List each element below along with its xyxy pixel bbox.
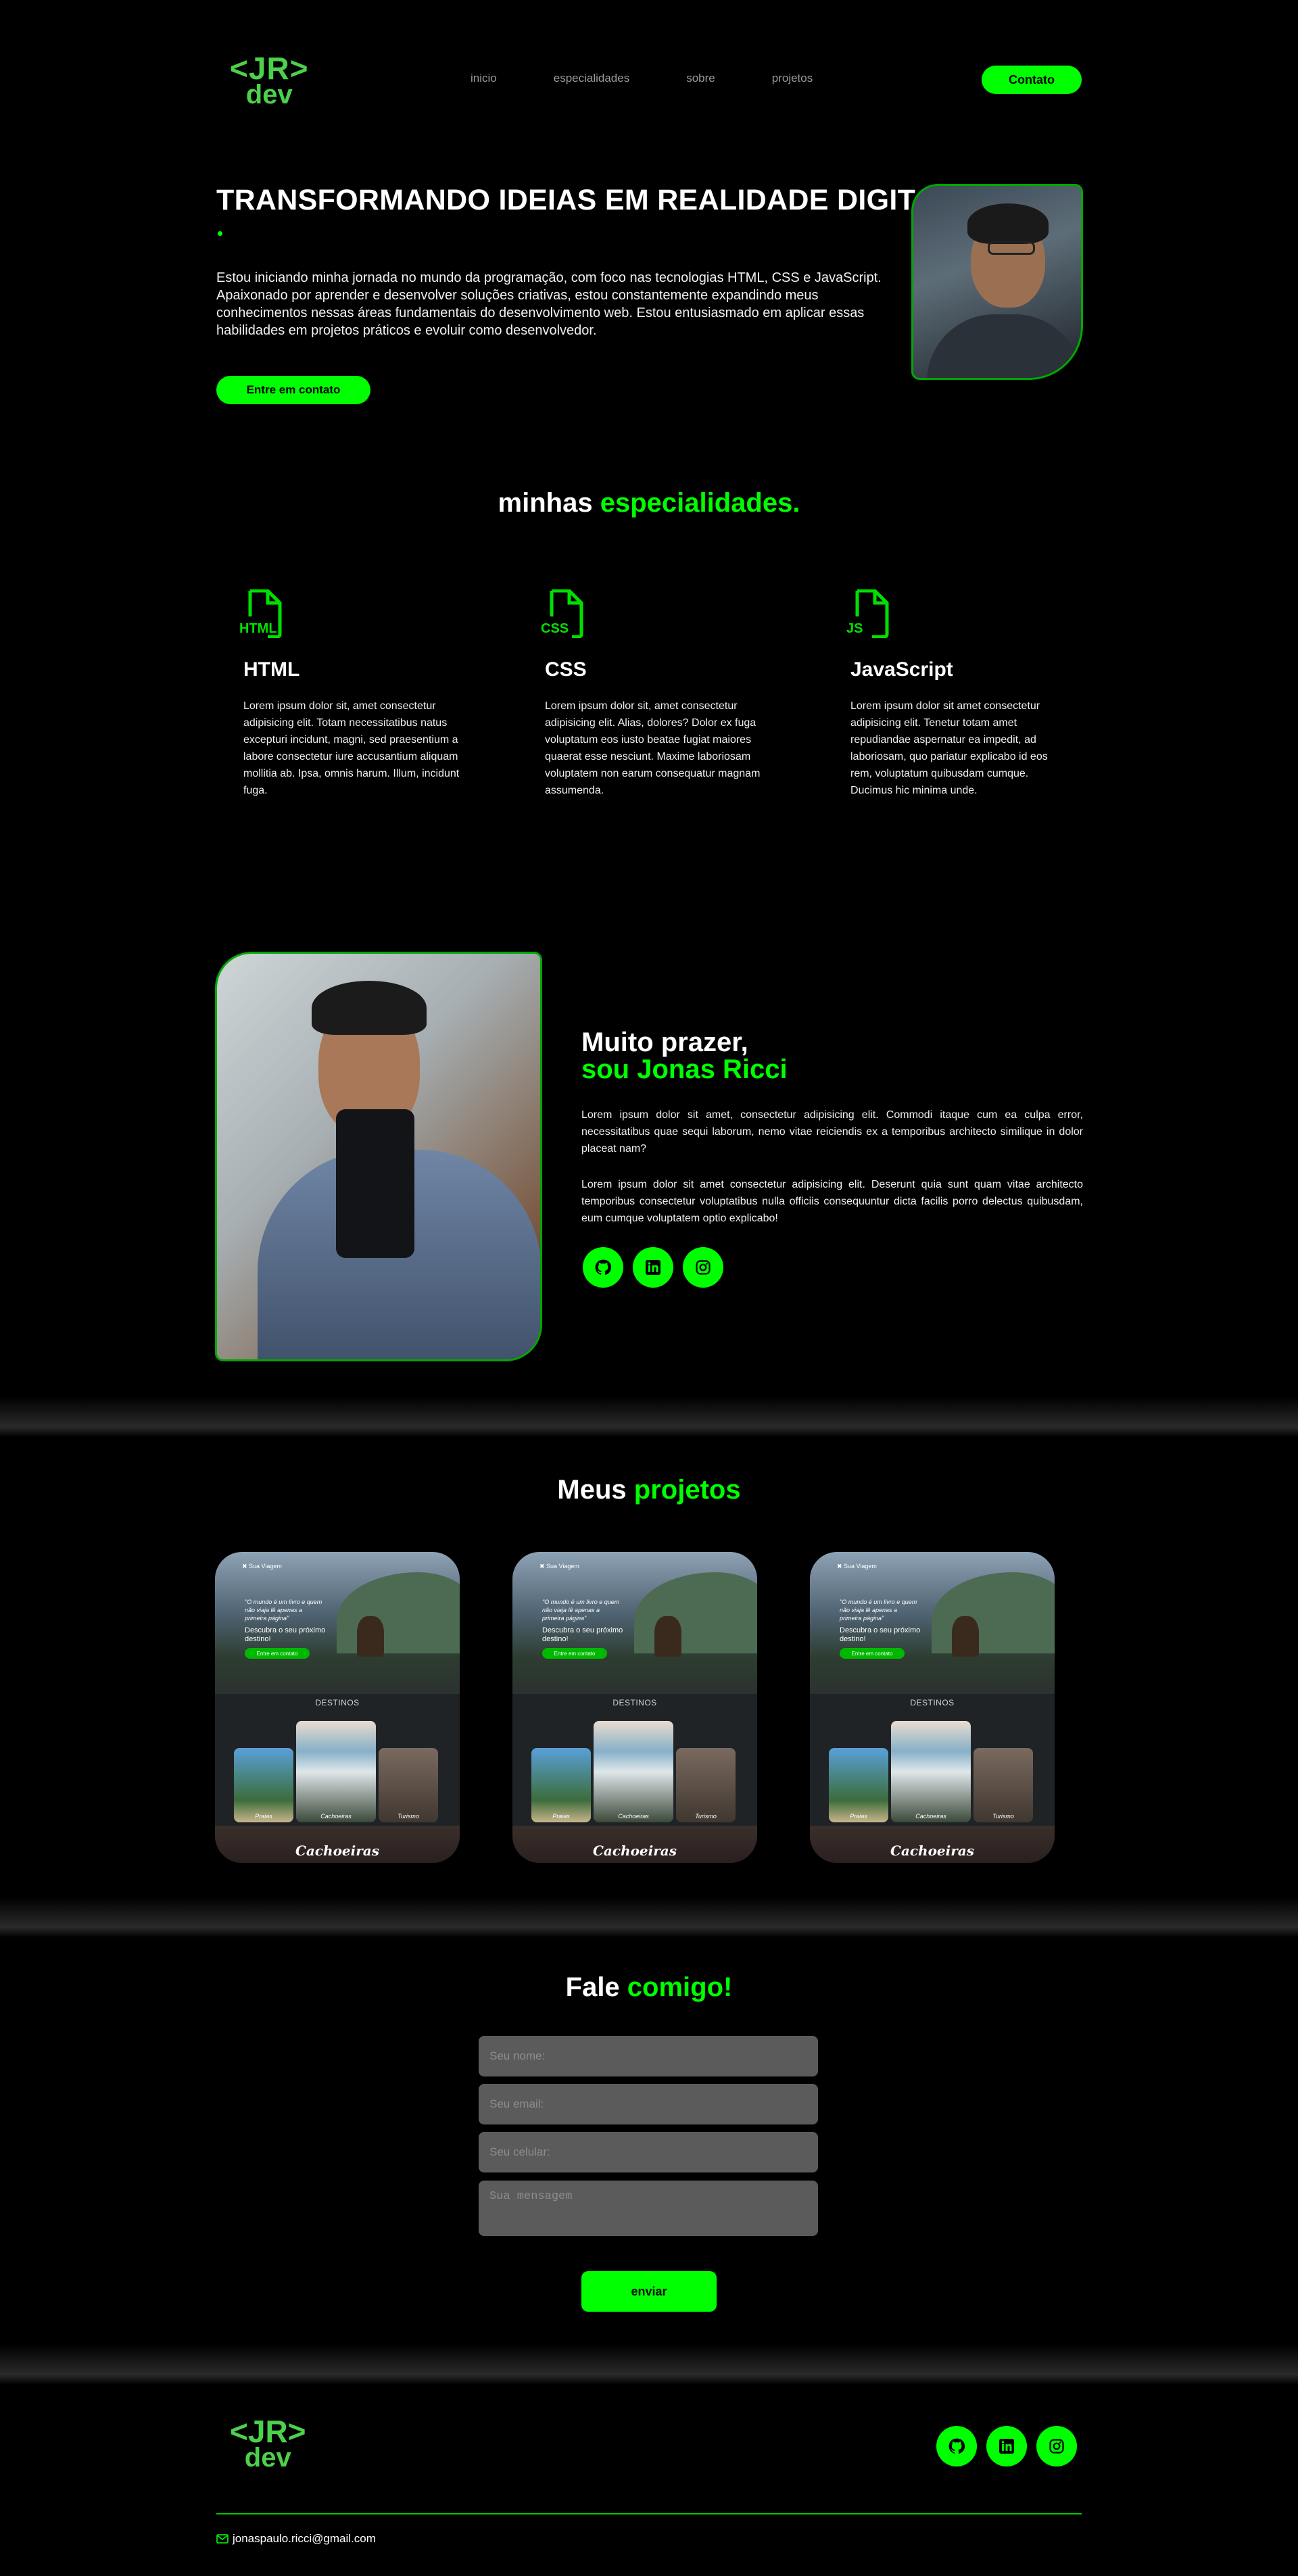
project-quote: "O mundo é um livro e quem não viaja lê … bbox=[840, 1599, 917, 1622]
about-paragraph-2: Lorem ipsum dolor sit amet consectetur a… bbox=[581, 1179, 1083, 1224]
project-mini-button: Entre em contato bbox=[542, 1648, 607, 1659]
project-brand: ✖ Sua Viagem bbox=[837, 1563, 877, 1570]
css-file-icon: CSS bbox=[541, 589, 584, 638]
mail-icon bbox=[216, 2534, 229, 2544]
destination-card: Turismo bbox=[974, 1748, 1033, 1822]
project-mini-button: Entre em contato bbox=[840, 1648, 905, 1659]
projects-title: Meus projetos bbox=[557, 1475, 741, 1505]
project-card[interactable]: ✖ Sua Viagem "O mundo é um livro e quem n… bbox=[810, 1552, 1055, 1863]
main-nav: inicio especialidades sobre projetos bbox=[471, 72, 813, 85]
section-divider bbox=[0, 2344, 1298, 2385]
about-profile-photo bbox=[215, 952, 542, 1361]
linkedin-icon[interactable] bbox=[986, 2426, 1027, 2466]
footer-email[interactable]: jonaspaulo.ricci@gmail.com bbox=[216, 2532, 376, 2546]
hero-contact-button[interactable]: Entre em contato bbox=[216, 376, 370, 404]
nav-item-projetos[interactable]: projetos bbox=[772, 72, 813, 85]
destination-card: Turismo bbox=[676, 1748, 736, 1822]
destination-card: Praias bbox=[531, 1748, 591, 1822]
destination-card: Cachoeiras bbox=[296, 1721, 376, 1822]
footer-logo[interactable]: <JR> dev bbox=[230, 2416, 306, 2471]
destination-card: Praias bbox=[234, 1748, 293, 1822]
project-section-label: DESTINOS bbox=[910, 1698, 955, 1707]
specialty-title: JavaScript bbox=[850, 658, 953, 681]
section-divider bbox=[0, 1897, 1298, 1937]
about-social-links bbox=[583, 1247, 723, 1288]
html-file-icon: HTML bbox=[239, 589, 283, 638]
destination-card: Turismo bbox=[379, 1748, 438, 1822]
message-field[interactable] bbox=[479, 2181, 818, 2236]
send-button[interactable]: enviar bbox=[581, 2271, 717, 2312]
hero-text: Estou iniciando minha jornada no mundo d… bbox=[216, 270, 882, 338]
project-quote: "O mundo é um livro e quem não viaja lê … bbox=[542, 1599, 620, 1622]
project-description: Descubra o seu próximo destino! bbox=[840, 1626, 921, 1643]
project-brand: ✖ Sua Viagem bbox=[242, 1563, 282, 1570]
project-destination-cards: Praias Cachoeiras Turismo bbox=[810, 1721, 1055, 1822]
footer-divider bbox=[216, 2513, 1082, 2514]
about-paragraph-1: Lorem ipsum dolor sit amet, consectetur … bbox=[581, 1109, 1083, 1155]
js-file-icon: JS bbox=[846, 589, 890, 638]
specialty-title: HTML bbox=[243, 658, 300, 681]
contact-button[interactable]: Contato bbox=[982, 66, 1082, 94]
footer-social-links bbox=[936, 2426, 1077, 2466]
specialty-text: Lorem ipsum dolor sit amet consectetur a… bbox=[850, 700, 1048, 796]
project-mini-button: Entre em contato bbox=[245, 1648, 310, 1659]
specialty-css: CSS CSS Lorem ipsum dolor sit, amet cons… bbox=[541, 589, 761, 799]
specialty-title: CSS bbox=[545, 658, 587, 681]
project-description: Descubra o seu próximo destino! bbox=[245, 1626, 326, 1643]
project-card[interactable]: ✖ Sua Viagem "O mundo é um livro e quem n… bbox=[215, 1552, 460, 1863]
project-quote: "O mundo é um livro e quem não viaja lê … bbox=[245, 1599, 322, 1622]
nav-item-especialidades[interactable]: especialidades bbox=[554, 72, 629, 85]
section-divider bbox=[0, 1396, 1298, 1437]
email-field[interactable] bbox=[479, 2084, 818, 2124]
nav-item-sobre[interactable]: sobre bbox=[686, 72, 715, 85]
project-card[interactable]: ✖ Sua Viagem "O mundo é um livro e quem n… bbox=[512, 1552, 757, 1863]
instagram-icon[interactable] bbox=[683, 1247, 723, 1288]
hero-dot bbox=[218, 231, 222, 236]
hero-title: TRANSFORMANDO IDEIAS EM REALIDADE DIGITA… bbox=[216, 184, 953, 216]
project-brand: ✖ Sua Viagem bbox=[539, 1563, 579, 1570]
project-bottom-strip: Cachoeiras bbox=[512, 1826, 757, 1863]
about-title: Muito prazer, sou Jonas Ricci bbox=[581, 1027, 788, 1084]
project-section-label: DESTINOS bbox=[612, 1698, 657, 1707]
person-shape bbox=[952, 1616, 979, 1657]
person-shape bbox=[654, 1616, 681, 1657]
project-bottom-strip: Cachoeiras bbox=[215, 1826, 460, 1863]
github-icon[interactable] bbox=[936, 2426, 977, 2466]
nav-item-inicio[interactable]: inicio bbox=[471, 72, 497, 85]
destination-card: Cachoeiras bbox=[594, 1721, 673, 1822]
name-field[interactable] bbox=[479, 2036, 818, 2076]
destination-card: Cachoeiras bbox=[891, 1721, 971, 1822]
person-shape bbox=[357, 1616, 384, 1657]
github-icon[interactable] bbox=[583, 1247, 623, 1288]
specialty-javascript: JS JavaScript Lorem ipsum dolor sit amet… bbox=[846, 589, 1067, 799]
specialties-title: minhas especialidades. bbox=[498, 488, 800, 518]
linkedin-icon[interactable] bbox=[633, 1247, 673, 1288]
phone-field[interactable] bbox=[479, 2132, 818, 2172]
contact-title: Fale comigo! bbox=[565, 1972, 733, 2002]
instagram-icon[interactable] bbox=[1036, 2426, 1077, 2466]
specialty-text: Lorem ipsum dolor sit, amet consectetur … bbox=[243, 700, 460, 796]
project-bottom-strip: Cachoeiras bbox=[810, 1826, 1055, 1863]
email-text: jonaspaulo.ricci@gmail.com bbox=[233, 2532, 376, 2545]
destination-card: Praias bbox=[829, 1748, 888, 1822]
project-destination-cards: Praias Cachoeiras Turismo bbox=[215, 1721, 460, 1822]
specialty-text: Lorem ipsum dolor sit, amet consectetur … bbox=[545, 700, 761, 796]
project-section-label: DESTINOS bbox=[315, 1698, 360, 1707]
project-description: Descubra o seu próximo destino! bbox=[542, 1626, 623, 1643]
logo[interactable]: <JR> dev bbox=[230, 53, 309, 108]
specialty-html: HTML HTML Lorem ipsum dolor sit, amet co… bbox=[239, 589, 460, 799]
project-destination-cards: Praias Cachoeiras Turismo bbox=[512, 1721, 757, 1822]
hero-profile-photo bbox=[911, 184, 1083, 380]
